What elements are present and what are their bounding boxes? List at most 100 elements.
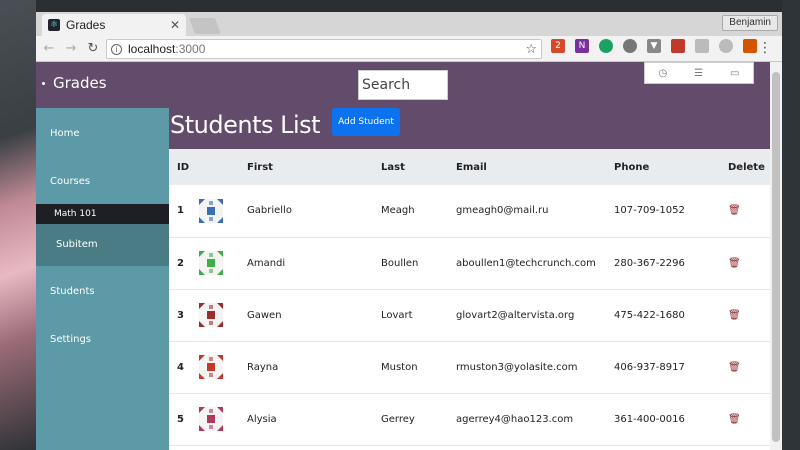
cell-first: Gabriello — [247, 205, 292, 217]
code-extension-icon[interactable] — [719, 39, 733, 53]
header-id[interactable]: ID — [169, 149, 199, 185]
cell-first: Rayna — [247, 361, 279, 373]
react-icon: ⚛ — [48, 19, 60, 31]
brand-title: Grades — [53, 74, 107, 92]
close-icon[interactable]: ✕ — [170, 18, 180, 32]
orange-extension-icon[interactable] — [743, 39, 757, 53]
cell-avatar — [199, 185, 247, 237]
reload-icon[interactable]: ↻ — [84, 41, 102, 56]
red-extension-icon[interactable] — [671, 39, 685, 53]
trash-icon[interactable]: 🗑 — [728, 258, 741, 269]
cell-email: aboullen1@techcrunch.com — [456, 257, 596, 269]
cell-id: 4 — [177, 361, 184, 373]
cell-avatar — [199, 289, 247, 341]
tab-strip: ⚛ Grades ✕ Benjamin — [36, 12, 782, 36]
tab-title: Grades — [66, 18, 106, 32]
browser-tab[interactable]: ⚛ Grades ✕ — [42, 14, 186, 36]
green-extension-icon[interactable] — [599, 39, 613, 53]
profile-button[interactable]: Benjamin — [722, 15, 778, 31]
table-row[interactable]: 5 Alysia Gerrey agerrey4@hao123.com 361-… — [169, 393, 770, 445]
page-viewport: Grades ◷ ☰ ▭ Home Courses Math 101 Subit… — [36, 62, 770, 450]
cell-avatar — [199, 237, 247, 289]
cell-first: Gawen — [247, 309, 282, 321]
cell-phone: 406-937-8917 — [614, 361, 685, 373]
cell-delete: 🗑 — [728, 393, 770, 445]
avatar-icon — [199, 407, 223, 431]
cell-phone: 361-400-0016 — [614, 413, 685, 425]
table-row[interactable]: 1 Gabriello Meagh gmeagh0@mail.ru 107-70… — [169, 185, 770, 237]
screen-extension-icon[interactable] — [695, 39, 709, 53]
extension-badge-icon[interactable]: 2 — [551, 39, 565, 53]
address-bar[interactable]: i localhost:3000 ☆ — [106, 39, 542, 59]
cell-last: Gerrey — [381, 413, 415, 425]
brand[interactable]: Grades — [42, 74, 107, 92]
cell-last: Muston — [381, 361, 418, 373]
trash-icon[interactable]: 🗑 — [728, 362, 741, 373]
cell-email: gmeagh0@mail.ru — [456, 205, 549, 217]
cell-avatar — [199, 341, 247, 393]
add-student-button[interactable]: Add Student — [332, 108, 400, 136]
avatar-icon — [199, 251, 223, 275]
cell-id: 1 — [177, 205, 184, 217]
header-avatar — [199, 149, 247, 185]
cell-phone: 280-367-2296 — [614, 257, 685, 269]
url-host: localhost — [128, 42, 176, 56]
desktop-background-right — [782, 0, 800, 450]
scrollbar[interactable] — [770, 62, 782, 450]
url-text: localhost:3000 — [128, 42, 525, 56]
new-tab-button[interactable] — [189, 18, 221, 34]
tree-icon[interactable]: ☰ — [694, 68, 703, 79]
devtools-panel: ◷ ☰ ▭ — [644, 62, 754, 84]
trash-icon[interactable]: 🗑 — [728, 414, 741, 425]
back-icon[interactable]: ← — [40, 41, 58, 56]
cell-last: Boullen — [381, 257, 419, 269]
trash-icon[interactable]: 🗑 — [728, 310, 741, 321]
cell-last: Lovart — [381, 309, 413, 321]
menu-icon[interactable]: ⋮ — [758, 40, 772, 56]
camera-extension-icon[interactable] — [623, 39, 637, 53]
vue-devtools-icon[interactable]: ▼ — [647, 39, 661, 53]
header-delete: Delete — [728, 161, 765, 173]
scrollbar-thumb[interactable] — [772, 72, 780, 442]
extensions-bar: 2 N ▼ — [546, 39, 762, 53]
cell-delete: 🗑 — [728, 237, 770, 289]
sidebar-item-students[interactable]: Students — [50, 286, 95, 297]
sidebar-item-courses[interactable]: Courses — [50, 176, 90, 187]
header-phone[interactable]: Phone — [614, 149, 728, 185]
sidebar-item-home[interactable]: Home — [50, 128, 80, 139]
clock-icon[interactable]: ◷ — [658, 68, 667, 79]
forward-icon[interactable]: → — [62, 41, 80, 56]
header-last[interactable]: Last — [381, 149, 456, 185]
cell-id: 3 — [177, 309, 184, 321]
cell-phone: 107-709-1052 — [614, 205, 685, 217]
header-email[interactable]: Email — [456, 149, 614, 185]
avatar-icon — [199, 355, 223, 379]
sidebar: Home Courses Math 101 Subitem Students S… — [36, 108, 169, 450]
table-header-row: ID First Last Email Phone Delete — [169, 149, 770, 185]
chat-icon[interactable]: ▭ — [730, 68, 739, 79]
header-first[interactable]: First — [247, 149, 381, 185]
trash-icon[interactable]: 🗑 — [728, 205, 741, 216]
cell-id: 2 — [177, 257, 184, 269]
table-row[interactable]: 3 Gawen Lovart glovart2@altervista.org 4… — [169, 289, 770, 341]
table-row[interactable]: 2 Amandi Boullen aboullen1@techcrunch.co… — [169, 237, 770, 289]
sidebar-item-settings[interactable]: Settings — [50, 334, 91, 345]
table-row[interactable]: 4 Rayna Muston rmuston3@yolasite.com 406… — [169, 341, 770, 393]
bookmark-star-icon[interactable]: ☆ — [525, 42, 537, 57]
app-header: Grades ◷ ☰ ▭ — [36, 62, 770, 108]
sidebar-item-math-101[interactable]: Math 101 — [36, 204, 169, 224]
search-input[interactable] — [358, 70, 448, 100]
desktop-background — [0, 0, 36, 450]
info-icon[interactable]: i — [111, 43, 122, 55]
brand-dot-icon — [42, 81, 45, 85]
page-title: Students List — [170, 111, 321, 139]
cell-first: Alysia — [247, 413, 277, 425]
sidebar-subitem[interactable]: Subitem — [36, 224, 169, 266]
cell-delete: 🗑 — [728, 289, 770, 341]
cell-id: 5 — [177, 413, 184, 425]
onenote-icon[interactable]: N — [575, 39, 589, 53]
cell-email: agerrey4@hao123.com — [456, 413, 574, 425]
students-table: ID First Last Email Phone Delete 1 Gabri… — [169, 149, 770, 446]
url-port: :3000 — [175, 42, 206, 56]
browser-toolbar: ← → ↻ i localhost:3000 ☆ 2 N ▼ ⋮ — [36, 36, 782, 62]
